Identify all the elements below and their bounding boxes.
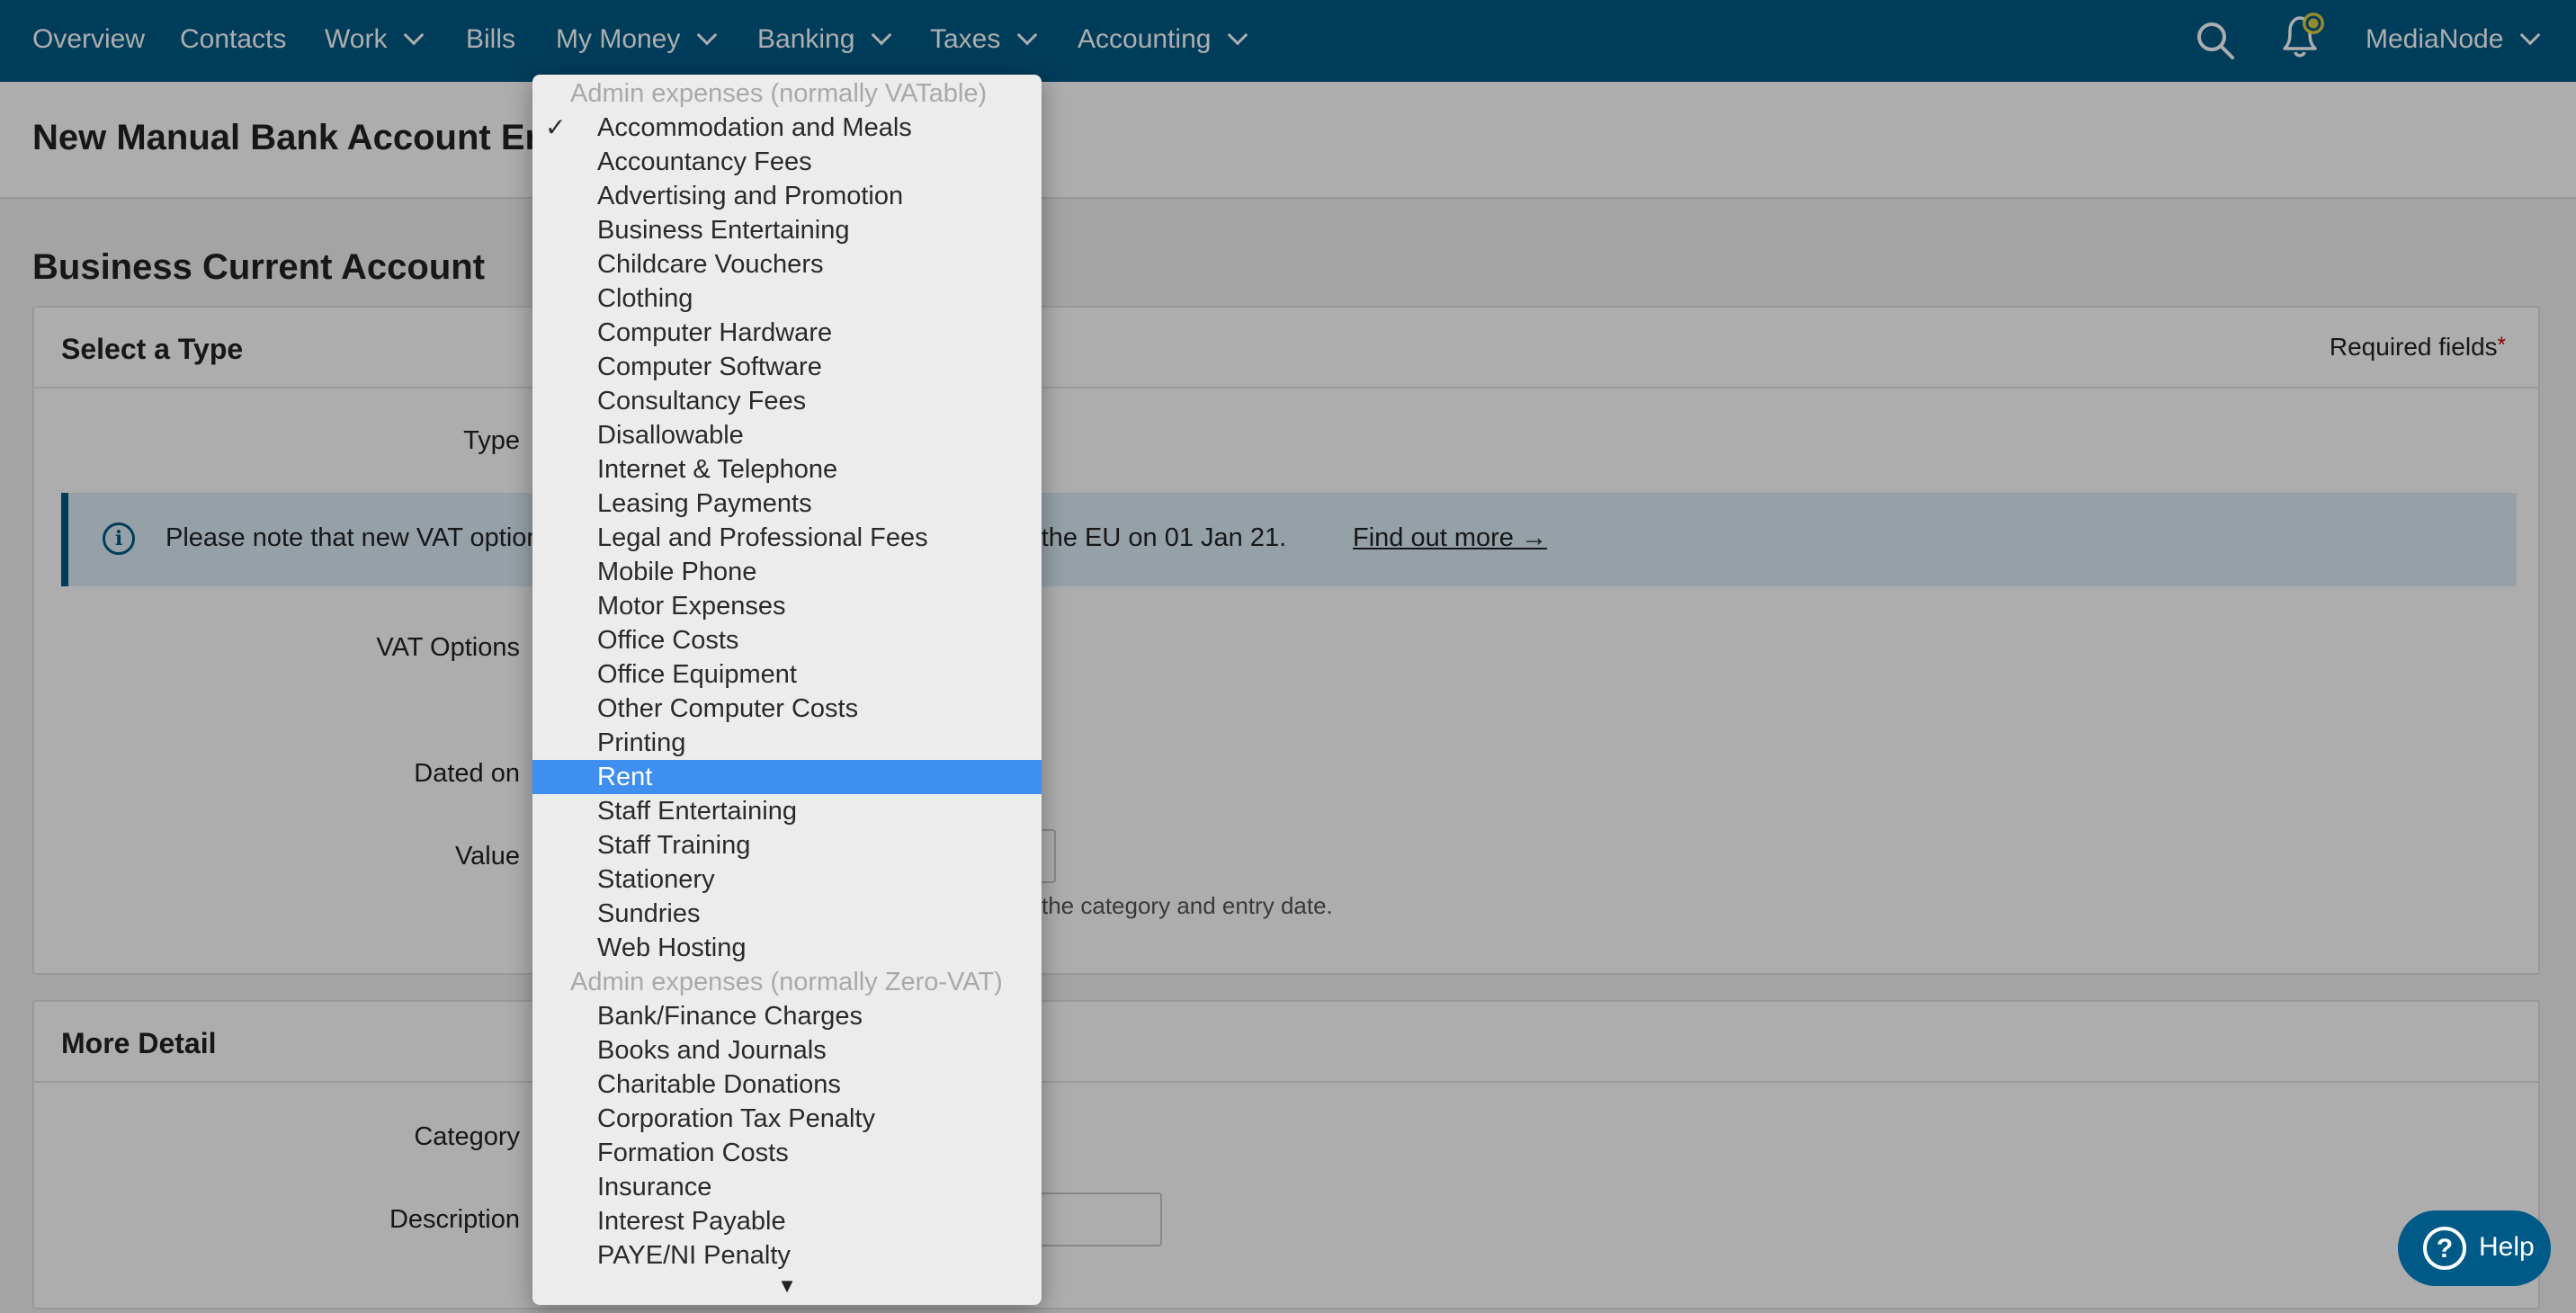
dropdown-option-label: Office Costs <box>597 626 739 655</box>
dropdown-option[interactable]: Computer Software <box>532 350 1042 384</box>
dropdown-option[interactable]: Insurance <box>532 1170 1042 1204</box>
dropdown-option[interactable]: Other Computer Costs <box>532 692 1042 726</box>
checkmark-icon: ✓ <box>545 113 567 141</box>
dropdown-option-label: Corporation Tax Penalty <box>597 1104 875 1133</box>
dropdown-option[interactable]: Clothing <box>532 281 1042 316</box>
dropdown-option-label: PAYE/NI Penalty <box>597 1241 791 1270</box>
dropdown-option[interactable]: Staff Entertaining <box>532 794 1042 828</box>
dropdown-option-label: Formation Costs <box>597 1139 789 1167</box>
dropdown-option-label: Consultancy Fees <box>597 387 807 415</box>
dropdown-option[interactable]: Office Equipment <box>532 657 1042 692</box>
help-label: Help <box>2479 1232 2535 1262</box>
dropdown-option[interactable]: Disallowable <box>532 418 1042 452</box>
dropdown-option-label: Childcare Vouchers <box>597 250 824 279</box>
dropdown-option[interactable]: Books and Journals <box>532 1033 1042 1067</box>
dropdown-option[interactable]: Motor Expenses <box>532 589 1042 623</box>
dropdown-option[interactable]: Charitable Donations <box>532 1067 1042 1102</box>
dropdown-option-label: Accountancy Fees <box>597 147 812 176</box>
dropdown-option-label: Sundries <box>597 899 701 928</box>
dropdown-group-header: Admin expenses (normally VATable) <box>532 76 1042 111</box>
dropdown-option-label: Accommodation and Meals <box>597 113 912 142</box>
dropdown-option[interactable]: Business Entertaining <box>532 213 1042 247</box>
dropdown-option-label: Computer Hardware <box>597 318 833 347</box>
dropdown-option-label: Rent <box>597 763 653 791</box>
dropdown-option-label: Clothing <box>597 284 693 313</box>
help-button[interactable]: ? Help <box>2398 1210 2551 1286</box>
dropdown-option-label: Business Entertaining <box>597 216 850 245</box>
dropdown-option-label: Other Computer Costs <box>597 694 859 723</box>
dropdown-option[interactable]: Sundries <box>532 897 1042 931</box>
dropdown-option-label: Books and Journals <box>597 1036 827 1065</box>
dropdown-option-label: Printing <box>597 728 686 757</box>
dropdown-option[interactable]: Childcare Vouchers <box>532 247 1042 281</box>
dropdown-option-label: Internet & Telephone <box>597 455 838 484</box>
dropdown-option[interactable]: Legal and Professional Fees <box>532 521 1042 555</box>
dropdown-option-label: Staff Training <box>597 831 751 860</box>
dropdown-option[interactable]: Mobile Phone <box>532 555 1042 589</box>
dropdown-option[interactable]: ✓ Accommodation and Meals <box>532 111 1042 145</box>
category-dropdown-menu[interactable]: ▼ Admin expenses (normally VATable) ✓ Acco… <box>532 75 1042 1305</box>
scroll-down-arrow-icon[interactable]: ▼ <box>532 1274 1042 1298</box>
dropdown-option-label: Charitable Donations <box>597 1070 841 1099</box>
dropdown-option[interactable]: Staff Training <box>532 828 1042 862</box>
dropdown-option[interactable]: Rent <box>532 760 1042 794</box>
dropdown-option-label: Insurance <box>597 1173 712 1201</box>
dropdown-option[interactable]: PAYE/NI Penalty <box>532 1238 1042 1273</box>
dropdown-option-label: Disallowable <box>597 421 744 450</box>
dropdown-option[interactable]: Formation Costs <box>532 1136 1042 1170</box>
dropdown-option[interactable]: Web Hosting <box>532 931 1042 965</box>
dropdown-option-label: Legal and Professional Fees <box>597 523 928 552</box>
dropdown-group-header: Admin expenses (normally Zero-VAT) <box>532 965 1042 999</box>
dropdown-option-label: Staff Entertaining <box>597 797 797 826</box>
dropdown-option-label: Mobile Phone <box>597 558 757 586</box>
dropdown-option-label: Computer Software <box>597 353 822 381</box>
dropdown-option[interactable]: Interest Payable <box>532 1204 1042 1238</box>
dropdown-option-label: Web Hosting <box>597 933 747 962</box>
dropdown-option-label: Advertising and Promotion <box>597 182 904 210</box>
dropdown-option-label: Admin expenses (normally VATable) <box>570 79 988 108</box>
dropdown-option[interactable]: Consultancy Fees <box>532 384 1042 418</box>
dropdown-backdrop[interactable] <box>0 0 2576 1313</box>
dropdown-option[interactable]: Accountancy Fees <box>532 145 1042 179</box>
dropdown-option[interactable]: Leasing Payments <box>532 487 1042 521</box>
dropdown-option[interactable]: Computer Hardware <box>532 316 1042 350</box>
dropdown-option[interactable]: Advertising and Promotion <box>532 179 1042 213</box>
dropdown-option[interactable]: Bank/Finance Charges <box>532 999 1042 1033</box>
dropdown-option-label: Office Equipment <box>597 660 797 689</box>
dropdown-option-label: Admin expenses (normally Zero-VAT) <box>570 968 1003 996</box>
dropdown-option[interactable]: Internet & Telephone <box>532 452 1042 487</box>
dropdown-option-label: Leasing Payments <box>597 489 812 518</box>
dropdown-option[interactable]: Stationery <box>532 862 1042 897</box>
dropdown-option-label: Interest Payable <box>597 1207 786 1236</box>
dropdown-option[interactable]: Office Costs <box>532 623 1042 657</box>
dropdown-option[interactable]: Printing <box>532 726 1042 760</box>
dropdown-option-label: Bank/Finance Charges <box>597 1002 863 1031</box>
dropdown-option-label: Stationery <box>597 865 715 894</box>
dropdown-option[interactable]: Corporation Tax Penalty <box>532 1102 1042 1136</box>
dropdown-option-label: Motor Expenses <box>597 592 786 621</box>
question-icon: ? <box>2423 1227 2466 1270</box>
